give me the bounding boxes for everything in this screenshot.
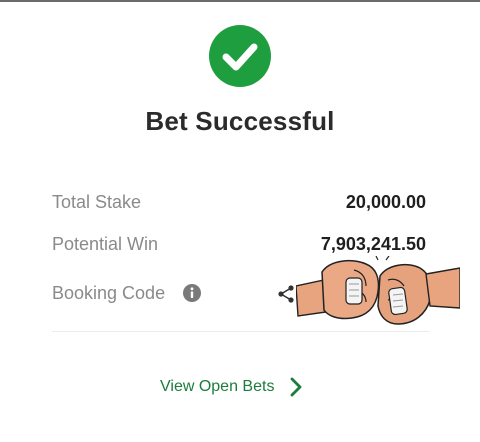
chevron-right-icon[interactable] <box>288 376 304 398</box>
check-circle-icon <box>209 25 271 87</box>
fist-bump-illustration <box>296 256 460 325</box>
total-stake-row: Total Stake 20,000.00 <box>52 192 432 222</box>
potential-win-value: 7,903,241.50 <box>320 234 426 254</box>
page-title: Bet Successful <box>145 106 335 136</box>
booking-code-label: Booking Code <box>52 283 166 303</box>
view-open-bets-link[interactable]: View Open Bets <box>160 372 304 402</box>
top-border <box>0 0 480 2</box>
share-icon[interactable] <box>276 284 296 304</box>
total-stake-value: 20,000.00 <box>345 192 426 212</box>
divider <box>52 331 430 332</box>
potential-win-label: Potential Win <box>52 234 159 254</box>
info-icon[interactable] <box>182 283 202 303</box>
total-stake-label: Total Stake <box>52 192 142 212</box>
view-open-bets-label[interactable]: View Open Bets <box>160 378 274 396</box>
